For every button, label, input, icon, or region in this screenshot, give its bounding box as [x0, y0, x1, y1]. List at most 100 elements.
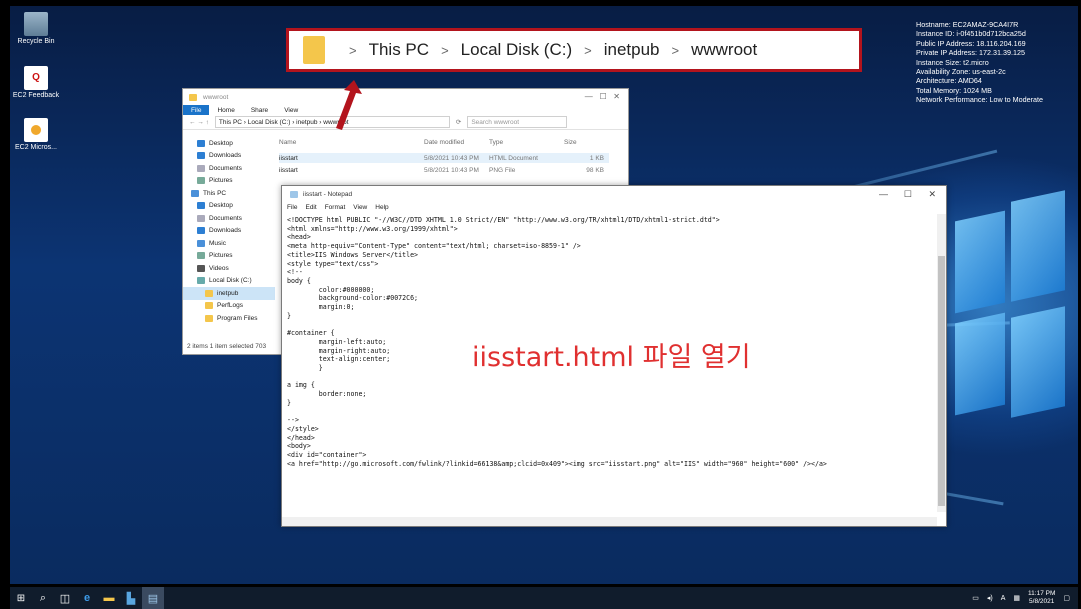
notepad-title-bar[interactable]: iisstart - Notepad — ☐ ✕	[282, 186, 946, 202]
sysinfo-instance-size: Instance Size: t2.micro	[916, 57, 989, 67]
nav-item-perflogs[interactable]: PerfLogs	[183, 300, 275, 313]
sysinfo-instance-id: Instance ID: i-0f451b0d712bca25d	[916, 29, 1026, 39]
input-language[interactable]: A	[1001, 595, 1006, 602]
column-header-size[interactable]: Size	[564, 139, 604, 146]
nav-item-videos[interactable]: Videos	[183, 262, 275, 275]
system-info-panel: Hostname: EC2AMAZ-9CA4I7R Instance ID: i…	[916, 20, 1043, 105]
breadcrumb-separator: >	[349, 42, 357, 58]
desktop-icon-label: Recycle Bin	[17, 38, 55, 45]
file-list-header: Name Date modified Type Size	[279, 139, 609, 146]
sysinfo-hostname: Hostname: EC2AMAZ-9CA4I7R	[916, 20, 1019, 29]
network-icon[interactable]: ▭	[972, 594, 979, 602]
breadcrumb-separator: >	[671, 42, 680, 58]
nav-item-desktop[interactable]: Desktop	[183, 137, 275, 150]
taskbar-file-explorer[interactable]: ▬	[98, 587, 120, 609]
column-header-type[interactable]: Type	[489, 139, 564, 146]
file-size: 98 KB	[586, 166, 604, 174]
notepad-taskbar-icon: ▤	[147, 592, 159, 605]
sysinfo-network: Network Performance: Low to Moderate	[916, 95, 1044, 105]
menu-help[interactable]: Help	[375, 204, 388, 211]
close-icon[interactable]: ✕	[928, 189, 936, 200]
nav-item-music[interactable]: Music	[183, 237, 275, 250]
ribbon-tab-share[interactable]: Share	[243, 107, 276, 114]
ribbon-tab-file[interactable]: File	[183, 105, 210, 115]
file-date: 5/8/2021 10:43 PM	[424, 166, 479, 174]
breadcrumb-callout: > This PC > Local Disk (C:) > inetpub > …	[286, 28, 862, 72]
task-view-icon: ◫	[59, 592, 71, 605]
nav-item-pictures-2[interactable]: Pictures	[183, 250, 275, 263]
notepad-menu-bar: File Edit Format View Help	[282, 202, 946, 213]
callout-arrow-icon	[336, 80, 362, 130]
taskbar-server-manager[interactable]: ▙	[120, 587, 142, 609]
desktop-icon-recycle-bin[interactable]: Recycle Bin	[10, 12, 62, 45]
explorer-title-bar[interactable]: wwwroot — ☐ ✕	[183, 89, 628, 105]
nav-item-downloads[interactable]: Downloads	[183, 150, 275, 163]
file-type: HTML Document	[489, 154, 538, 162]
nav-item-program-files[interactable]: Program Files	[183, 312, 275, 325]
menu-view[interactable]: View	[353, 204, 367, 211]
ec2-shortcut-icon	[24, 118, 48, 142]
screenshot-frame: Recycle Bin Q EC2 Feedback EC2 Micros...…	[0, 0, 1081, 609]
nav-item-documents[interactable]: Documents	[183, 162, 275, 175]
file-name: iisstart	[279, 154, 298, 162]
server-manager-icon: ▙	[126, 592, 136, 605]
breadcrumb-item: wwwroot	[691, 40, 758, 59]
refresh-icon[interactable]: ⟳	[456, 118, 461, 126]
nav-item-inetpub[interactable]: inetpub	[183, 287, 275, 300]
explorer-search-input[interactable]: Search wwwroot	[467, 116, 568, 128]
menu-edit[interactable]: Edit	[305, 204, 316, 211]
file-row[interactable]: iisstart 5/8/2021 10:43 PM PNG File 98 K…	[279, 165, 609, 175]
clock-date: 5/8/2021	[1029, 598, 1055, 605]
breadcrumb-item: inetpub	[603, 40, 660, 59]
nav-item-pictures[interactable]: Pictures	[183, 175, 275, 188]
ribbon-tab-view[interactable]: View	[276, 107, 306, 114]
sysinfo-private-ip: Private IP Address: 172.31.39.125	[916, 48, 1025, 58]
back-arrow-icon[interactable]: ← → ↑	[189, 119, 209, 126]
desktop: Recycle Bin Q EC2 Feedback EC2 Micros...…	[10, 6, 1078, 584]
desktop-icon-ec2-micros[interactable]: EC2 Micros...	[10, 118, 62, 151]
file-name: iisstart	[279, 166, 298, 174]
annotation-label: iisstart.html 파일 열기	[472, 342, 751, 373]
keyboard-icon[interactable]: ▦	[1013, 594, 1020, 602]
nav-item-documents-2[interactable]: Documents	[183, 212, 275, 225]
nav-item-downloads-2[interactable]: Downloads	[183, 225, 275, 238]
menu-format[interactable]: Format	[325, 204, 346, 211]
explorer-navigation-pane: Desktop Downloads Documents Pictures Thi…	[183, 137, 275, 325]
volume-icon[interactable]: ◂)	[987, 594, 993, 602]
folder-icon	[189, 93, 197, 101]
explorer-address-row: ← → ↑ This PC › Local Disk (C:) › inetpu…	[183, 115, 628, 130]
explorer-title: wwwroot	[203, 93, 229, 101]
start-button[interactable]: ⊞	[10, 587, 32, 609]
menu-file[interactable]: File	[287, 204, 297, 211]
file-date: 5/8/2021 10:43 PM	[424, 154, 479, 162]
column-header-name[interactable]: Name	[279, 139, 424, 146]
horizontal-scrollbar[interactable]	[282, 517, 937, 526]
notepad-title: iisstart - Notepad	[303, 190, 353, 198]
sysinfo-availability-zone: Availability Zone: us-east-2c	[916, 67, 1006, 77]
file-row[interactable]: iisstart 5/8/2021 10:43 PM HTML Document…	[279, 153, 609, 163]
clock-time: 11:17 PM	[1028, 590, 1056, 597]
minimize-icon[interactable]: —	[879, 189, 888, 199]
nav-item-this-pc[interactable]: This PC	[183, 187, 275, 200]
file-type: PNG File	[489, 166, 516, 174]
notifications-icon[interactable]: ▢	[1063, 594, 1070, 602]
edge-browser-icon: e	[83, 592, 91, 604]
nav-item-desktop-2[interactable]: Desktop	[183, 200, 275, 213]
task-view-button[interactable]: ◫	[54, 587, 76, 609]
nav-item-local-disk[interactable]: Local Disk (C:)	[183, 275, 275, 288]
taskbar-edge[interactable]: e	[76, 587, 98, 609]
scrollbar-thumb[interactable]	[938, 256, 945, 506]
breadcrumb-separator: >	[584, 42, 592, 58]
search-button[interactable]: ⌕	[32, 587, 54, 609]
desktop-icon-ec2-feedback[interactable]: Q EC2 Feedback	[10, 66, 62, 99]
column-header-date[interactable]: Date modified	[424, 139, 489, 146]
taskbar: ⊞ ⌕ ◫ e ▬ ▙ ▤ ▭ ◂) A ▦ 11:17 PM 5/8/2021…	[10, 587, 1078, 609]
taskbar-clock[interactable]: 11:17 PM 5/8/2021	[1028, 590, 1055, 606]
taskbar-notepad[interactable]: ▤	[142, 587, 164, 609]
vertical-scrollbar[interactable]	[937, 214, 946, 512]
recycle-bin-icon	[24, 12, 48, 36]
maximize-icon[interactable]: ☐	[904, 189, 912, 200]
ribbon-tab-home[interactable]: Home	[209, 107, 242, 114]
address-path: This PC › Local Disk (C:) › inetpub › ww…	[218, 118, 349, 126]
desktop-icon-label: EC2 Feedback	[12, 92, 60, 99]
